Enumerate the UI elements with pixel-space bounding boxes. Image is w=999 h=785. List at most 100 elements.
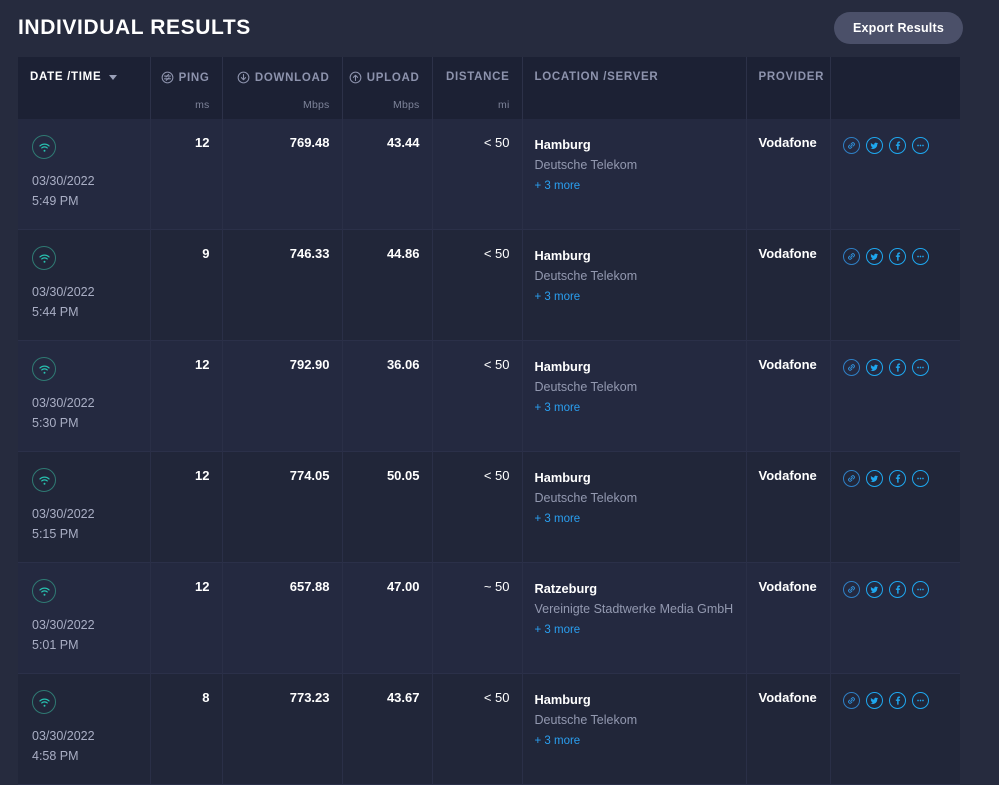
table-row[interactable]: 03/30/2022 5:44 PM 9 746.33 44.86 < 50 Hamburg… [18, 229, 960, 341]
location-city: Hamburg [534, 470, 591, 485]
location-city: Hamburg [534, 248, 591, 263]
more-icon[interactable] [911, 248, 929, 265]
facebook-icon[interactable] [888, 359, 906, 376]
column-header-upload[interactable]: UPLOAD Mbps [342, 57, 433, 119]
table-body: 03/30/2022 5:49 PM 12 769.48 43.44 < 50 Hambur… [18, 119, 960, 785]
location-more-link[interactable]: + 3 more [535, 510, 734, 529]
column-label-upload: UPLOAD [366, 71, 420, 84]
wifi-icon [32, 357, 56, 381]
facebook-icon[interactable] [888, 137, 906, 154]
cell-ping: 12 [150, 119, 223, 230]
copy-link-icon[interactable] [842, 248, 860, 265]
twitter-icon[interactable] [865, 581, 883, 598]
location-city: Ratzeburg [534, 581, 598, 596]
export-results-button[interactable]: Export Results [833, 11, 963, 44]
copy-link-icon[interactable] [842, 359, 860, 376]
twitter-icon[interactable] [865, 692, 883, 709]
cell-provider: Vodafone [746, 562, 831, 674]
cell-location: Hamburg Deutsche Telekom + 3 more [522, 119, 747, 230]
cell-provider: Vodafone [746, 673, 831, 785]
result-time: 5:01 PM [32, 638, 79, 652]
location-more-link[interactable]: + 3 more [535, 621, 734, 640]
column-header-download[interactable]: DOWNLOAD Mbps [222, 57, 343, 119]
location-more-link[interactable]: + 3 more [535, 177, 734, 196]
wifi-icon [32, 246, 56, 270]
cell-download: 773.23 [222, 673, 343, 785]
column-label-download: DOWNLOAD [254, 71, 330, 84]
table-row[interactable]: 03/30/2022 4:58 PM 8 773.23 43.67 < 50 Hamburg… [18, 673, 960, 785]
cell-download: 792.90 [222, 340, 343, 452]
location-more-link[interactable]: + 3 more [535, 732, 734, 751]
copy-link-icon[interactable] [842, 137, 860, 154]
row-action-icons [842, 581, 949, 598]
facebook-icon[interactable] [888, 692, 906, 709]
copy-link-icon[interactable] [842, 470, 860, 487]
twitter-icon[interactable] [865, 137, 883, 154]
more-icon[interactable] [911, 470, 929, 487]
location-server: Deutsche Telekom [534, 380, 638, 394]
column-header-distance[interactable]: DISTANCE mi [432, 57, 523, 119]
table-row[interactable]: 03/30/2022 5:15 PM 12 774.05 50.05 < 50 Hambur… [18, 451, 960, 563]
more-icon[interactable] [911, 581, 929, 598]
table-header: DATE /TIME PING ms DOWNLOAD Mbps UPLOAD … [18, 57, 960, 119]
result-time: 5:49 PM [32, 194, 79, 208]
page-title: INDIVIDUAL RESULTS [18, 15, 251, 39]
column-header-provider[interactable]: PROVIDER [746, 57, 831, 119]
location-server: Deutsche Telekom [534, 158, 638, 172]
column-unit-upload: Mbps [393, 99, 420, 111]
cell-ping: 12 [150, 562, 223, 674]
column-unit-distance: mi [498, 99, 510, 111]
cell-ping: 12 [150, 451, 223, 563]
cell-provider: Vodafone [746, 340, 831, 452]
cell-upload: 43.44 [342, 119, 433, 230]
ping-icon [161, 71, 174, 84]
location-city: Hamburg [534, 137, 591, 152]
row-action-icons [842, 248, 949, 265]
location-server: Vereinigte Stadtwerke Media GmbH [534, 602, 734, 616]
cell-actions [830, 230, 960, 341]
result-time: 4:58 PM [32, 749, 79, 763]
sort-caret-down-icon [109, 74, 118, 80]
column-header-location[interactable]: LOCATION /SERVER [522, 57, 747, 119]
wifi-icon [32, 468, 56, 492]
facebook-icon[interactable] [888, 248, 906, 265]
cell-location: Hamburg Deutsche Telekom + 3 more [522, 340, 747, 452]
table-row[interactable]: 03/30/2022 5:30 PM 12 792.90 36.06 < 50 Hambur… [18, 340, 960, 452]
wifi-icon [32, 690, 56, 714]
column-header-ping[interactable]: PING ms [150, 57, 223, 119]
cell-datetime: 03/30/2022 4:58 PM [18, 673, 151, 785]
cell-datetime: 03/30/2022 5:44 PM [18, 229, 151, 341]
cell-provider: Vodafone [746, 451, 831, 563]
twitter-icon[interactable] [865, 470, 883, 487]
result-date: 03/30/2022 [32, 507, 95, 521]
cell-location: Hamburg Deutsche Telekom + 3 more [522, 229, 747, 341]
column-unit-ping: ms [195, 99, 210, 111]
more-icon[interactable] [911, 692, 929, 709]
copy-link-icon[interactable] [842, 581, 860, 598]
result-date: 03/30/2022 [32, 285, 95, 299]
table-header-row: DATE /TIME PING ms DOWNLOAD Mbps UPLOAD … [18, 57, 960, 119]
more-icon[interactable] [911, 359, 929, 376]
facebook-icon[interactable] [888, 470, 906, 487]
cell-upload: 43.67 [342, 673, 433, 785]
more-icon[interactable] [911, 137, 929, 154]
twitter-icon[interactable] [865, 248, 883, 265]
table-row[interactable]: 03/30/2022 5:49 PM 12 769.48 43.44 < 50 Hambur… [18, 119, 960, 230]
row-action-icons [842, 692, 949, 709]
location-more-link[interactable]: + 3 more [535, 399, 734, 418]
copy-link-icon[interactable] [842, 692, 860, 709]
cell-location: Ratzeburg Vereinigte Stadtwerke Media Gmb… [522, 562, 747, 674]
cell-datetime: 03/30/2022 5:15 PM [18, 451, 151, 563]
column-header-actions [830, 57, 960, 119]
facebook-icon[interactable] [888, 581, 906, 598]
cell-distance: < 50 [432, 119, 523, 230]
location-more-link[interactable]: + 3 more [535, 288, 734, 307]
table-row[interactable]: 03/30/2022 5:01 PM 12 657.88 47.00 ~ 50 Ratzeb… [18, 562, 960, 674]
cell-download: 746.33 [222, 229, 343, 341]
column-header-datetime[interactable]: DATE /TIME [18, 57, 151, 119]
twitter-icon[interactable] [865, 359, 883, 376]
cell-distance: < 50 [432, 673, 523, 785]
cell-download: 769.48 [222, 119, 343, 230]
row-action-icons [842, 470, 949, 487]
cell-upload: 47.00 [342, 562, 433, 674]
